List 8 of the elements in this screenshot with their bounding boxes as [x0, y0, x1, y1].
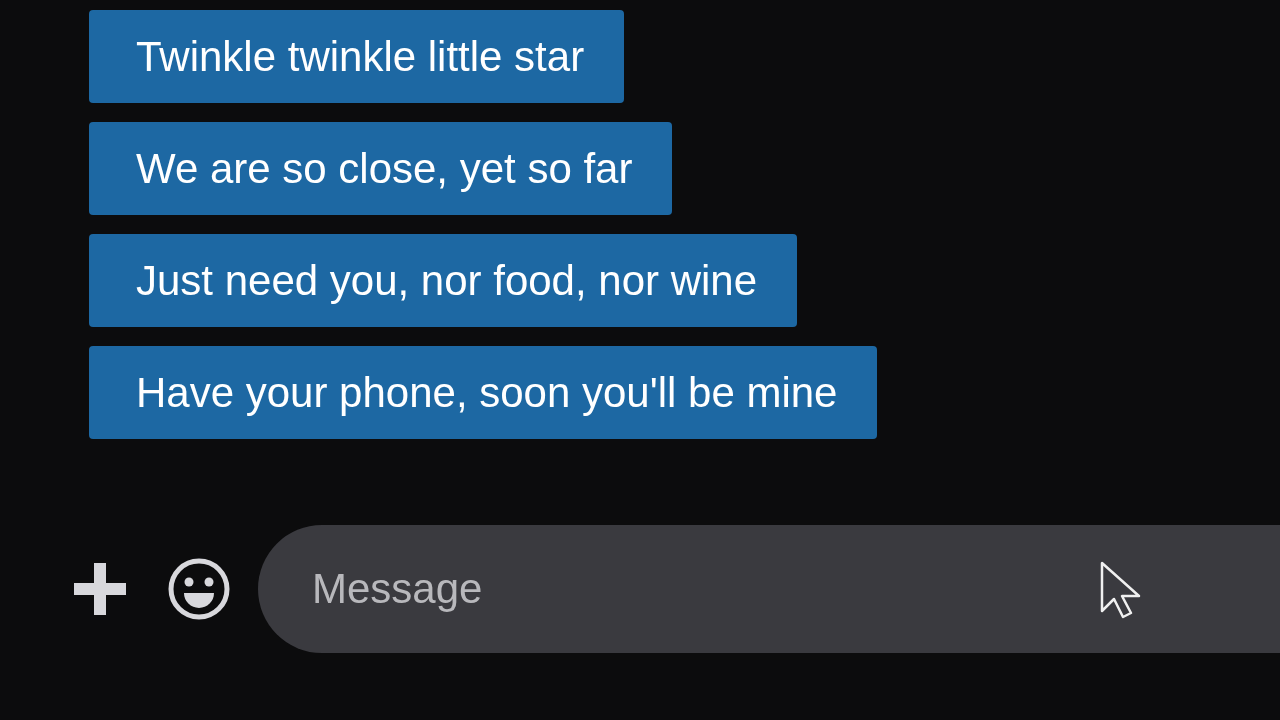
- pointer-icon: [1100, 561, 1142, 619]
- message-bubble: We are so close, yet so far: [89, 122, 673, 215]
- add-icon[interactable]: [72, 561, 128, 617]
- message-bubble: Twinkle twinkle little star: [89, 10, 625, 103]
- message-bubble: Have your phone, soon you'll be mine: [89, 346, 878, 439]
- emoji-icon[interactable]: [168, 558, 230, 620]
- message-field[interactable]: Message: [258, 525, 1280, 653]
- message-bubble: Just need you, nor food, nor wine: [89, 234, 798, 327]
